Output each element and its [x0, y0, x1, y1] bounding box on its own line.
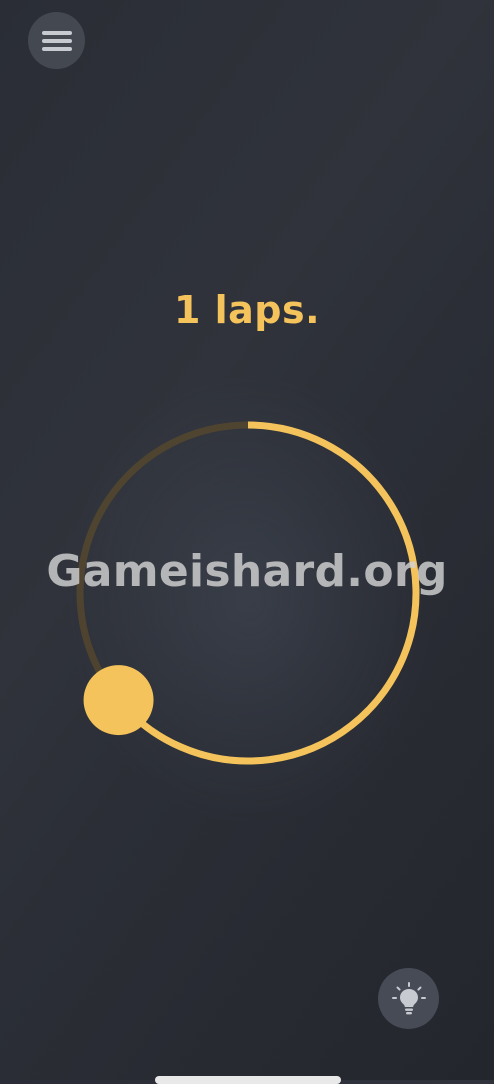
hamburger-menu-icon: [41, 30, 72, 51]
lightbulb-icon: [391, 981, 426, 1014]
home-indicator: [155, 1076, 341, 1084]
watermark: Gameishard.org: [46, 546, 448, 597]
drag-knob[interactable]: [83, 665, 154, 736]
menu-button[interactable]: [28, 12, 85, 69]
laps-counter: 1 laps.: [173, 288, 321, 332]
hint-button[interactable]: [378, 968, 439, 1029]
